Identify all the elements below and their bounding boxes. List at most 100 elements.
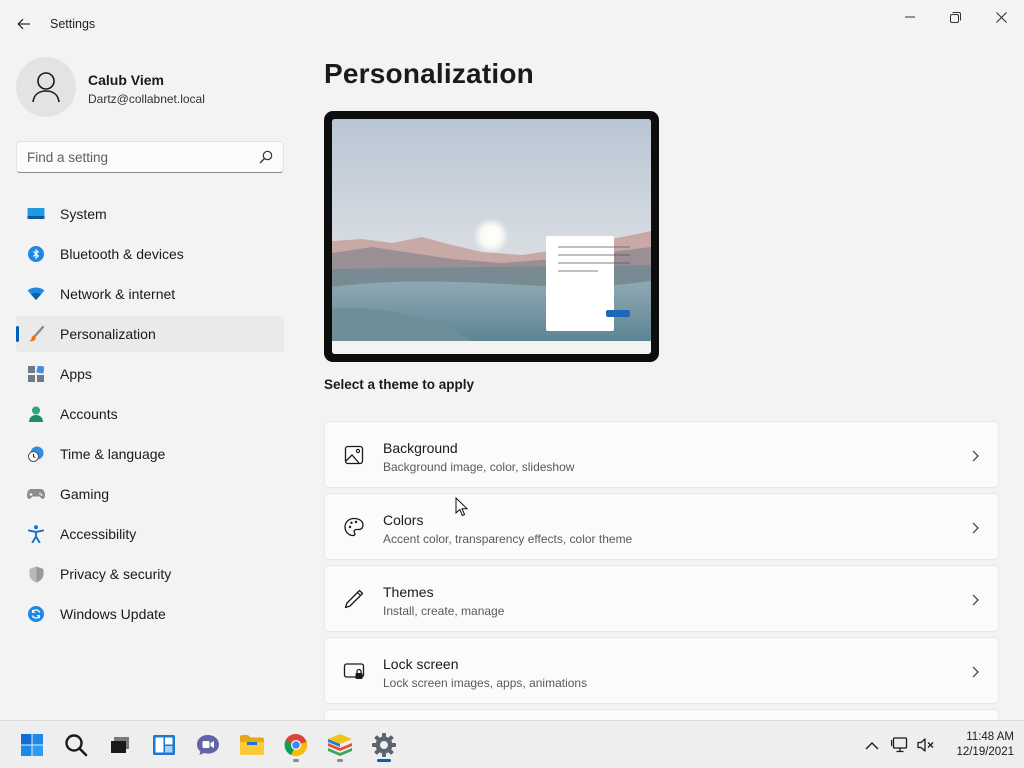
- minimize-button[interactable]: [887, 4, 933, 30]
- sidebar-item-label: Personalization: [60, 326, 156, 342]
- palette-icon: [344, 517, 364, 537]
- chrome-button[interactable]: [278, 727, 314, 763]
- sidebar-item-label: Accounts: [60, 406, 118, 422]
- user-profile[interactable]: Calub Viem Dartz@collabnet.local: [16, 57, 286, 117]
- pen-icon: [344, 589, 364, 609]
- sidebar-item-label: Apps: [60, 366, 92, 382]
- card-subtitle: Lock screen images, apps, animations: [383, 676, 588, 690]
- sidebar-item-label: Privacy & security: [60, 566, 172, 582]
- sidebar-item-windows-update[interactable]: Windows Update: [16, 596, 284, 632]
- close-icon: [995, 11, 1007, 23]
- bluetooth-icon: [26, 244, 46, 264]
- chevron-right-icon: [972, 450, 979, 462]
- sidebar-item-accessibility[interactable]: Accessibility: [16, 516, 284, 552]
- gamepad-icon: [26, 484, 46, 504]
- clock-time: 11:48 AM: [966, 731, 1014, 743]
- sidebar-item-label: Gaming: [60, 486, 110, 502]
- minimize-icon: [905, 16, 915, 18]
- sidebar-item-gaming[interactable]: Gaming: [16, 476, 284, 512]
- bluestacks-button[interactable]: [322, 727, 358, 763]
- sidebar-item-accounts[interactable]: Accounts: [16, 396, 284, 432]
- back-arrow-icon: [17, 18, 30, 30]
- card-colors[interactable]: Colors Accent color, transparency effect…: [324, 493, 999, 560]
- back-button[interactable]: [12, 12, 36, 36]
- sidebar-item-personalization[interactable]: Personalization: [16, 316, 284, 352]
- preview-wallpaper: [332, 119, 651, 354]
- search-icon[interactable]: [259, 150, 273, 164]
- brush-icon: [26, 324, 46, 344]
- mouse-cursor-icon: [455, 497, 469, 517]
- card-background[interactable]: Background Background image, color, slid…: [324, 421, 999, 488]
- system-icon: [26, 204, 46, 224]
- sidebar-item-label: Bluetooth & devices: [60, 246, 184, 262]
- search-icon: [65, 734, 88, 757]
- system-clock[interactable]: 11:48 AM 12/19/2021: [944, 730, 1014, 760]
- select-theme-label: Select a theme to apply: [324, 377, 475, 392]
- speaker-muted-icon: [917, 738, 934, 752]
- theme-preview: [324, 111, 659, 362]
- accounts-icon: [26, 404, 46, 424]
- card-lock-screen[interactable]: Lock screen Lock screen images, apps, an…: [324, 637, 999, 704]
- title-bar: Settings: [0, 0, 1024, 48]
- close-button[interactable]: [978, 4, 1024, 30]
- sidebar-item-privacy-security[interactable]: Privacy & security: [16, 556, 284, 592]
- app-title: Settings: [50, 17, 96, 31]
- accessibility-icon: [26, 524, 46, 544]
- time-language-icon: [26, 444, 46, 464]
- chat-button[interactable]: [190, 727, 226, 763]
- chrome-icon: [284, 733, 307, 757]
- file-explorer-icon: [240, 735, 264, 755]
- clock-date: 12/19/2021: [956, 746, 1014, 758]
- start-icon: [21, 734, 43, 756]
- running-indicator: [293, 759, 299, 762]
- avatar: [16, 57, 76, 117]
- image-icon: [344, 445, 364, 465]
- taskbar: 11:48 AM 12/19/2021: [0, 720, 1024, 768]
- lock-screen-icon: [343, 663, 365, 679]
- sidebar-item-time-language[interactable]: Time & language: [16, 436, 284, 472]
- card-subtitle: Background image, color, slideshow: [383, 460, 575, 474]
- running-indicator: [337, 759, 343, 762]
- file-explorer-button[interactable]: [234, 727, 270, 763]
- settings-search: [16, 141, 284, 173]
- sidebar-item-system[interactable]: System: [16, 196, 284, 232]
- card-themes[interactable]: Themes Install, create, manage: [324, 565, 999, 632]
- sidebar-nav: System Bluetooth & devices Network & int…: [16, 196, 284, 636]
- sidebar-item-label: Network & internet: [60, 286, 176, 302]
- user-icon: [32, 72, 60, 103]
- profile-email: Dartz@collabnet.local: [88, 92, 205, 106]
- start-button[interactable]: [14, 727, 50, 763]
- shield-icon: [26, 564, 46, 584]
- card-title: Lock screen: [383, 656, 459, 672]
- network-wifi-icon: [26, 284, 46, 304]
- task-view-button[interactable]: [102, 727, 138, 763]
- update-icon: [26, 604, 46, 624]
- restore-button[interactable]: [932, 4, 978, 30]
- sidebar-item-apps[interactable]: Apps: [16, 356, 284, 392]
- show-hidden-icons-button[interactable]: [862, 735, 882, 755]
- card-title: Themes: [383, 584, 434, 600]
- apps-icon: [26, 364, 46, 384]
- active-indicator: [377, 759, 391, 762]
- sidebar-item-bluetooth[interactable]: Bluetooth & devices: [16, 236, 284, 272]
- card-subtitle: Install, create, manage: [383, 604, 505, 618]
- network-monitor-icon: [891, 737, 908, 753]
- chevron-up-icon: [865, 741, 879, 749]
- settings-cards: Background Background image, color, slid…: [324, 421, 999, 709]
- search-input[interactable]: [17, 142, 253, 172]
- chevron-right-icon: [972, 666, 979, 678]
- widgets-button[interactable]: [146, 727, 182, 763]
- page-title: Personalization: [324, 58, 534, 89]
- sidebar-item-label: Time & language: [60, 446, 166, 462]
- card-title: Background: [383, 440, 458, 456]
- sidebar-item-network[interactable]: Network & internet: [16, 276, 284, 312]
- network-tray-button[interactable]: [890, 735, 910, 755]
- settings-gear-icon: [372, 733, 396, 757]
- sidebar-item-label: Windows Update: [60, 606, 166, 622]
- volume-tray-button[interactable]: [916, 735, 936, 755]
- settings-app-button[interactable]: [366, 727, 402, 763]
- bluestacks-icon: [328, 734, 352, 756]
- taskbar-search-button[interactable]: [58, 727, 94, 763]
- card-subtitle: Accent color, transparency effects, colo…: [383, 532, 633, 546]
- chevron-right-icon: [972, 522, 979, 534]
